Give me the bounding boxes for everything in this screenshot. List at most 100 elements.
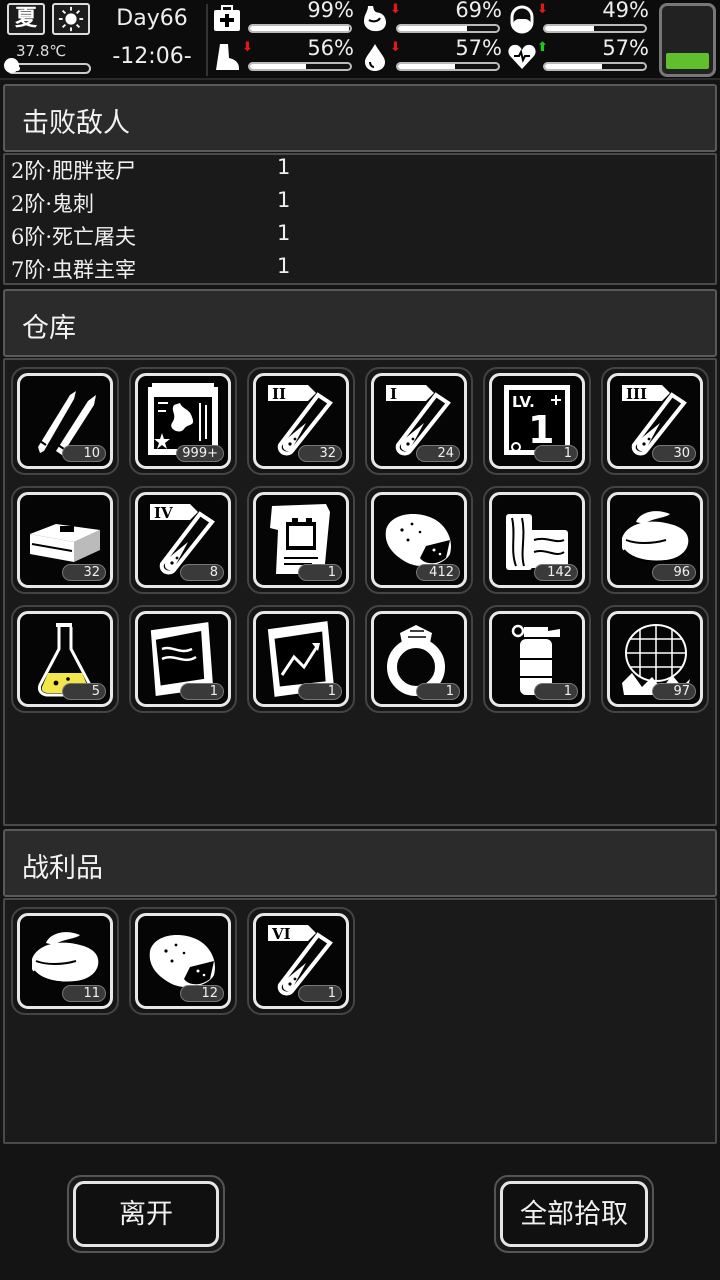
loot-item-slot[interactable]: 12: [129, 907, 237, 1015]
item-count-badge: 11: [62, 985, 106, 1002]
warehouse-item-slot[interactable]: 1: [129, 605, 237, 713]
stat-value: 57%: [455, 36, 502, 60]
arrow-down-icon: ⬇: [242, 40, 253, 55]
stat-mood: ⬆ 57%: [507, 36, 651, 74]
stat-thirst: ⬇ 57%: [360, 36, 504, 74]
warehouse-item-slot[interactable]: 32: [11, 486, 119, 594]
item-count-badge: 5: [62, 683, 106, 700]
enemy-count: 1: [277, 188, 291, 212]
loot-item-slot[interactable]: 11: [11, 907, 119, 1015]
item-count-badge: 142: [534, 564, 578, 581]
enemy-count: 1: [277, 155, 291, 179]
arrow-down-icon: ⬇: [390, 2, 401, 17]
status-bar: 夏 37.8℃ Day66 -12:06- 99% ⬇ 69% ⬇ 49% ⬇ …: [0, 0, 720, 80]
item-count-badge: 32: [62, 564, 106, 581]
enemy-count: 1: [277, 221, 291, 245]
list-item: 6阶·死亡屠夫 1: [11, 221, 341, 253]
item-count-badge: 10: [62, 445, 106, 462]
slot-frame: 97: [607, 611, 703, 707]
stat-value: 56%: [307, 36, 354, 60]
leave-button-label: 离开: [73, 1181, 219, 1247]
enemy-name: 7阶·虫群主宰: [11, 258, 137, 282]
leave-button[interactable]: 离开: [67, 1175, 225, 1253]
slot-frame: II 32: [253, 373, 349, 469]
item-count-badge: 1: [416, 683, 460, 700]
warehouse-item-slot[interactable]: 5: [11, 605, 119, 713]
item-count-badge: 1: [534, 683, 578, 700]
stat-health: 99%: [212, 0, 356, 36]
warehouse-item-slot[interactable]: II 32: [247, 367, 355, 475]
heart-icon: [508, 44, 536, 69]
slot-frame: 142: [489, 492, 585, 588]
item-count-badge: 1: [180, 683, 224, 700]
warehouse-item-slot[interactable]: 1: [247, 486, 355, 594]
warehouse-item-slot[interactable]: I 24: [365, 367, 473, 475]
temperature-bar: [7, 63, 91, 74]
item-count-badge: 999+: [176, 445, 224, 462]
slot-frame: 96: [607, 492, 703, 588]
warehouse-item-slot[interactable]: 412: [365, 486, 473, 594]
defeated-enemies-list: 2阶·肥胖丧尸 1 2阶·鬼刺 1 6阶·死亡屠夫 1 7阶·虫群主宰 1: [3, 153, 717, 285]
sun-icon: [52, 3, 90, 35]
stat-stamina: ⬇ 56%: [212, 36, 356, 74]
item-count-badge: 24: [416, 445, 460, 462]
enemy-name: 6阶·死亡屠夫: [11, 225, 137, 249]
slot-frame: 999+: [135, 373, 231, 469]
stat-bar: [396, 24, 500, 33]
stat-bar: [396, 62, 500, 71]
warehouse-item-slot[interactable]: III 30: [601, 367, 709, 475]
stat-value: 69%: [455, 0, 502, 22]
warehouse-item-slot[interactable]: 10: [11, 367, 119, 475]
stat-bar: [248, 24, 352, 33]
stat-bar: [543, 24, 647, 33]
warehouse-item-slot[interactable]: LV. 1 1: [483, 367, 591, 475]
svg-text:III: III: [626, 385, 647, 403]
warehouse-grid: 10 999+ II 32 I 24 LV. 1 1 III 30 32 IV …: [3, 358, 717, 826]
thermometer-icon: [4, 58, 19, 73]
item-count-badge: 1: [534, 445, 578, 462]
loot-grid: 11 12 VI 1: [3, 898, 717, 1144]
stat-bar: [248, 62, 352, 71]
warehouse-item-slot[interactable]: IV 8: [129, 486, 237, 594]
enemy-count: 1: [277, 254, 291, 278]
foot-icon: [216, 44, 239, 70]
loot-header: 战利品: [3, 829, 717, 897]
arrow-up-icon: ⬆: [537, 40, 548, 55]
svg-text:I: I: [390, 385, 397, 403]
slot-frame: 11: [17, 913, 113, 1009]
warehouse-item-slot[interactable]: 999+: [129, 367, 237, 475]
warehouse-item-slot[interactable]: 1: [483, 605, 591, 713]
temperature-value: 37.8℃: [16, 42, 67, 60]
slot-frame: 1: [253, 492, 349, 588]
warehouse-item-slot[interactable]: 1: [247, 605, 355, 713]
defeated-enemies-header: 击败敌人: [3, 84, 717, 152]
loot-item-slot[interactable]: VI 1: [247, 907, 355, 1015]
warehouse-item-slot[interactable]: 1: [365, 605, 473, 713]
warehouse-item-slot[interactable]: 97: [601, 605, 709, 713]
slot-frame: 10: [17, 373, 113, 469]
slot-frame: I 24: [371, 373, 467, 469]
section-title: 战利品: [22, 853, 103, 884]
list-item: 2阶·鬼刺 1: [11, 188, 341, 220]
stat-hunger: ⬇ 69%: [360, 0, 504, 36]
arrow-down-icon: ⬇: [390, 40, 401, 55]
stat-value: 99%: [307, 0, 354, 22]
svg-text:II: II: [272, 385, 286, 403]
slot-frame: VI 1: [253, 913, 349, 1009]
svg-text:IV: IV: [154, 504, 173, 522]
slot-frame: 12: [135, 913, 231, 1009]
stat-medicine: ⬇ 49%: [507, 0, 651, 36]
water-drop-icon: [365, 44, 385, 71]
slot-frame: 1: [489, 611, 585, 707]
item-count-badge: 8: [180, 564, 224, 581]
stomach-icon: [364, 6, 386, 32]
stat-bar: [543, 62, 647, 71]
warehouse-item-slot[interactable]: 96: [601, 486, 709, 594]
warehouse-item-slot[interactable]: 142: [483, 486, 591, 594]
pick-all-button[interactable]: 全部拾取: [494, 1175, 654, 1253]
arrow-down-icon: ⬇: [537, 2, 548, 17]
item-count-badge: 30: [652, 445, 696, 462]
item-count-badge: 412: [416, 564, 460, 581]
slot-frame: 32: [17, 492, 113, 588]
slot-frame: III 30: [607, 373, 703, 469]
